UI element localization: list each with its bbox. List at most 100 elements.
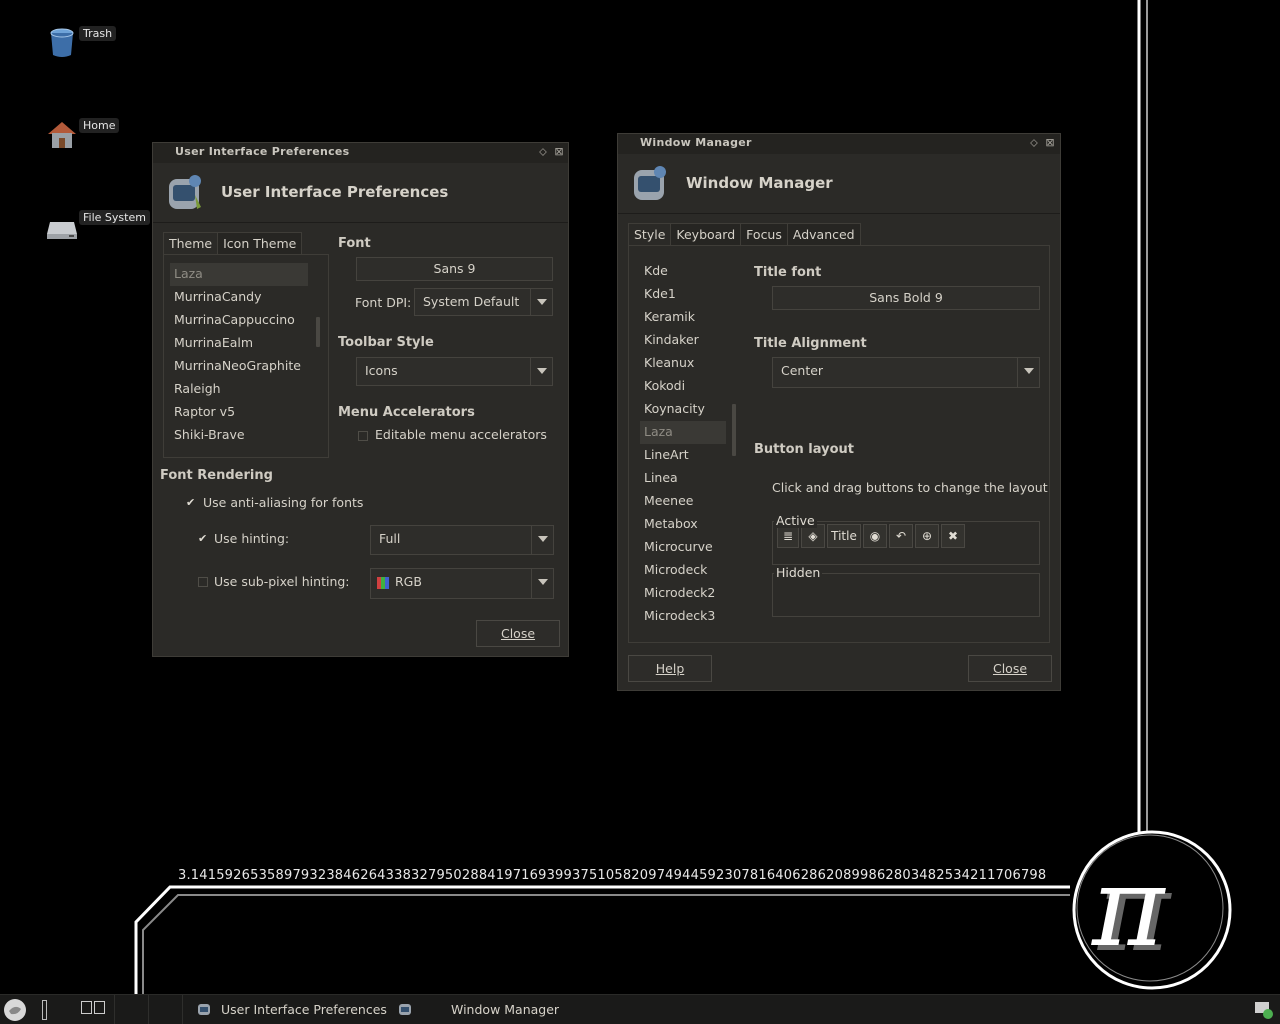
font-section-title: Font — [338, 236, 371, 251]
hinting-label[interactable]: Use hinting: — [214, 531, 289, 546]
list-item[interactable]: MurrinaCappuccino — [170, 309, 308, 332]
window-title: User Interface Preferences — [175, 145, 350, 158]
subpixel-select[interactable]: RGB — [370, 568, 554, 599]
wm-theme-list[interactable]: Kde Kde1 Keramik Kindaker Kleanux Kokodi… — [640, 260, 726, 628]
title-font-button[interactable]: Sans Bold 9 — [772, 286, 1040, 310]
shade-button-icon[interactable]: ◉ — [863, 524, 887, 548]
titlebar[interactable]: Window Manager ⬦ ⊠ — [618, 134, 1060, 154]
list-item[interactable]: Meenee — [640, 490, 726, 513]
active-label: Active — [774, 513, 817, 528]
button-layout-hint: Click and drag buttons to change the lay… — [772, 480, 1048, 495]
maximize-button-icon[interactable]: ⊕ — [915, 524, 939, 548]
desktop-icon-trash[interactable]: Trash — [27, 26, 117, 67]
list-item[interactable]: Metabox — [640, 513, 726, 536]
scrollbar-thumb[interactable] — [732, 404, 736, 456]
font-dpi-value: System Default — [423, 294, 520, 309]
list-item[interactable]: LineArt — [640, 444, 726, 467]
theme-list[interactable]: Laza MurrinaCandy MurrinaCappuccino Murr… — [170, 263, 308, 453]
list-item[interactable]: Microdeck — [640, 559, 726, 582]
task-window-manager[interactable]: Window Manager — [451, 999, 559, 1021]
list-item[interactable]: Kokodi — [640, 375, 726, 398]
ui-preferences-window: User Interface Preferences ⬦ ⊠ User Inte… — [152, 142, 569, 657]
close-button-icon[interactable]: ✖ — [941, 524, 965, 548]
list-item[interactable]: Keramik — [640, 306, 726, 329]
antialiasing-label[interactable]: Use anti-aliasing for fonts — [203, 495, 363, 510]
list-item[interactable]: Kde — [640, 260, 726, 283]
list-item[interactable]: Shiki-Brave — [170, 424, 308, 447]
list-item[interactable]: MurrinaNeoGraphite — [170, 355, 308, 378]
pin-icon[interactable]: ⬦ — [537, 146, 549, 158]
close-button[interactable]: Close — [968, 655, 1052, 682]
trash-icon — [50, 28, 74, 57]
workspace-2-icon[interactable] — [94, 1001, 105, 1014]
toolbar-style-select[interactable]: Icons — [356, 357, 553, 386]
title-alignment-section: Title Alignment — [754, 336, 867, 351]
hinting-value: Full — [379, 531, 401, 546]
list-item[interactable]: Microdeck2 — [640, 582, 726, 605]
wm-tabs: Style Keyboard Focus Advanced — [628, 223, 861, 245]
close-button[interactable]: Close — [476, 620, 560, 647]
tab-style[interactable]: Style — [628, 223, 672, 245]
desktop-icon-home[interactable]: Home — [27, 118, 120, 159]
title-layout-button[interactable]: Title — [827, 524, 861, 548]
desktop-icon-label: File System — [79, 210, 150, 225]
list-item[interactable]: Laza — [640, 421, 726, 444]
ui-preferences-task-icon — [198, 1004, 210, 1015]
list-item[interactable]: Microcurve — [640, 536, 726, 559]
editable-accelerators-checkbox[interactable] — [358, 431, 368, 441]
menu-accelerators-title: Menu Accelerators — [338, 405, 475, 420]
scrollbar-thumb[interactable] — [316, 317, 320, 347]
dialog-heading: Window Manager — [686, 174, 833, 192]
tab-theme[interactable]: Theme — [163, 232, 219, 254]
font-rendering-title: Font Rendering — [160, 468, 273, 483]
list-item[interactable]: Raptor v5 — [170, 401, 308, 424]
hide-button-icon[interactable]: ↶ — [889, 524, 913, 548]
toolbar-style-title: Toolbar Style — [338, 335, 434, 350]
tab-advanced[interactable]: Advanced — [786, 223, 861, 245]
hinting-checkbox[interactable]: ✔ — [198, 533, 208, 544]
dialog-header: User Interface Preferences — [153, 163, 568, 223]
theme-tabs: Theme Icon Theme — [163, 232, 303, 254]
tab-keyboard[interactable]: Keyboard — [670, 223, 742, 245]
desktop-icon-filesystem[interactable]: File System — [27, 210, 150, 251]
list-item[interactable]: Kde1 — [640, 283, 726, 306]
window-title: Window Manager — [640, 136, 752, 149]
pin-icon[interactable]: ⬦ — [1028, 137, 1040, 149]
task-ui-preferences[interactable]: User Interface Preferences — [221, 999, 387, 1021]
antialiasing-checkbox[interactable]: ✔ — [186, 497, 196, 508]
help-button-label: Help — [655, 661, 685, 676]
editable-accelerators-label[interactable]: Editable menu accelerators — [375, 427, 547, 442]
list-item[interactable]: Linea — [640, 467, 726, 490]
font-dpi-label: Font DPI: — [355, 295, 412, 310]
show-desktop-icon[interactable] — [42, 1000, 47, 1020]
title-alignment-select[interactable]: Center — [772, 357, 1040, 388]
list-item[interactable]: Laza — [170, 263, 308, 286]
hinting-select[interactable]: Full — [370, 525, 554, 555]
network-status-icon[interactable] — [1254, 1000, 1274, 1020]
list-item[interactable]: Kleanux — [640, 352, 726, 375]
font-button[interactable]: Sans 9 — [356, 257, 553, 281]
tab-focus[interactable]: Focus — [740, 223, 788, 245]
app-menu-icon[interactable] — [3, 998, 27, 1022]
titlebar[interactable]: User Interface Preferences ⬦ ⊠ — [153, 143, 568, 163]
chevron-down-icon — [1017, 358, 1039, 387]
subpixel-hinting-checkbox[interactable] — [198, 577, 208, 587]
subpixel-hinting-label[interactable]: Use sub-pixel hinting: — [214, 574, 350, 589]
list-item[interactable]: Kindaker — [640, 329, 726, 352]
taskbar-separator — [114, 995, 115, 1024]
list-item[interactable]: MurrinaCandy — [170, 286, 308, 309]
list-item[interactable]: MurrinaEalm — [170, 332, 308, 355]
workspace-1-icon[interactable] — [81, 1001, 92, 1014]
list-item[interactable]: Raleigh — [170, 378, 308, 401]
pi-digits: 3.14159265358979323846264338327950288419… — [178, 868, 1047, 883]
help-button[interactable]: Help — [628, 655, 712, 682]
list-item[interactable]: Microdeck3 — [640, 605, 726, 628]
close-window-icon[interactable]: ⊠ — [1044, 137, 1056, 149]
chevron-down-icon — [531, 569, 553, 598]
chevron-down-icon — [530, 358, 552, 385]
toolbar-style-value: Icons — [365, 363, 398, 378]
list-item[interactable]: Koynacity — [640, 398, 726, 421]
close-window-icon[interactable]: ⊠ — [553, 146, 565, 158]
font-dpi-select[interactable]: System Default — [414, 288, 553, 316]
tab-icon-theme[interactable]: Icon Theme — [217, 232, 303, 254]
